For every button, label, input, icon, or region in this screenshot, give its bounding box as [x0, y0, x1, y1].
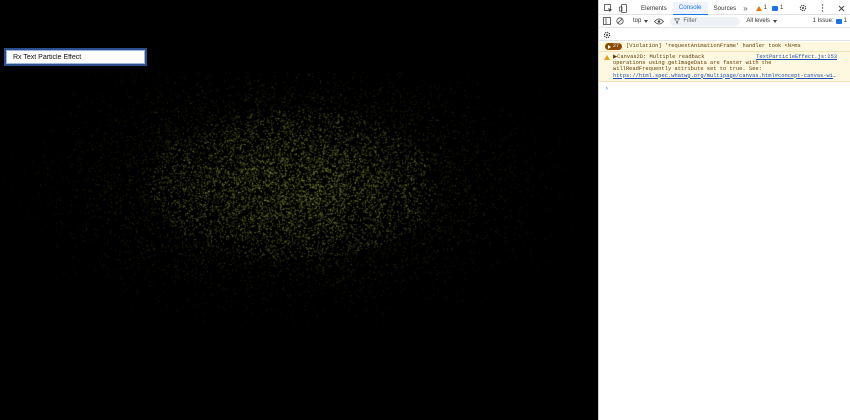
issue-icon [835, 18, 842, 24]
warnings-count: 1 [763, 5, 767, 11]
devtools-tabbar: Elements Console Sources » 1 1 [599, 1, 850, 15]
console-settings-gear-icon[interactable] [602, 30, 612, 40]
warning-icon [604, 55, 610, 60]
repeat-count-pill[interactable]: 27 [605, 43, 623, 50]
tab-sources[interactable]: Sources [708, 2, 743, 15]
messages-count: 1 [780, 5, 784, 11]
chevron-down-icon [644, 19, 649, 23]
issues-counter[interactable]: 1 Issue: 1 [813, 18, 847, 24]
page-viewport [0, 0, 598, 420]
warning-icon [755, 5, 762, 11]
inspect-element-icon[interactable] [602, 2, 614, 14]
devtools-panel: Elements Console Sources » 1 1 top Filte… [598, 0, 850, 420]
filter-icon [674, 18, 681, 24]
warnings-badge[interactable]: 1 [755, 5, 767, 11]
canvas-warning-message[interactable]: ▶Canvas2D: Multiple readback TextParticl… [599, 52, 850, 82]
clear-console-icon[interactable] [615, 16, 625, 26]
source-link[interactable]: TextParticleEffect.js:253 [756, 54, 837, 60]
messages-badge[interactable]: 1 [772, 5, 783, 11]
close-icon[interactable] [835, 2, 847, 14]
sidebar-toggle-icon[interactable] [602, 16, 612, 26]
log-levels-dropdown[interactable]: All levels [746, 18, 778, 24]
eye-icon[interactable] [654, 16, 665, 26]
chevron-down-icon [773, 19, 778, 23]
context-selector[interactable]: top [633, 18, 649, 24]
violation-count: 27 [613, 43, 620, 50]
violation-message[interactable]: 27 [Violation] 'requestAnimationFrame' h… [599, 42, 850, 52]
spec-link[interactable]: https://html.spec.whatwg.org/multipage/c… [613, 73, 839, 79]
filter-input[interactable]: Filter [670, 16, 741, 26]
console-prompt[interactable]: › [599, 82, 850, 95]
log-levels-label: All levels [746, 18, 771, 24]
expand-triangle-icon [608, 44, 611, 49]
console-messages: 27 [Violation] 'requestAnimationFrame' h… [599, 42, 850, 95]
console-settings-row [599, 29, 850, 41]
message-icon [772, 5, 778, 11]
violation-text: [Violation] 'requestAnimationFrame' hand… [626, 43, 801, 50]
console-toolbar: top Filter All levels 1 Issue: 1 [599, 15, 850, 28]
tab-console[interactable]: Console [672, 1, 708, 15]
text-input[interactable] [4, 48, 147, 66]
kebab-menu-icon[interactable] [816, 2, 828, 14]
gear-icon[interactable] [797, 2, 809, 14]
more-tabs-icon[interactable]: » [743, 4, 747, 13]
filter-placeholder: Filter [683, 18, 697, 24]
issues-count: 1 [843, 18, 847, 24]
warning-line-1: ▶Canvas2D: Multiple readback [613, 54, 705, 60]
tab-elements[interactable]: Elements [635, 2, 673, 15]
context-label: top [633, 18, 642, 24]
issues-label: 1 Issue: [812, 18, 834, 24]
device-toolbar-icon[interactable] [617, 2, 629, 14]
